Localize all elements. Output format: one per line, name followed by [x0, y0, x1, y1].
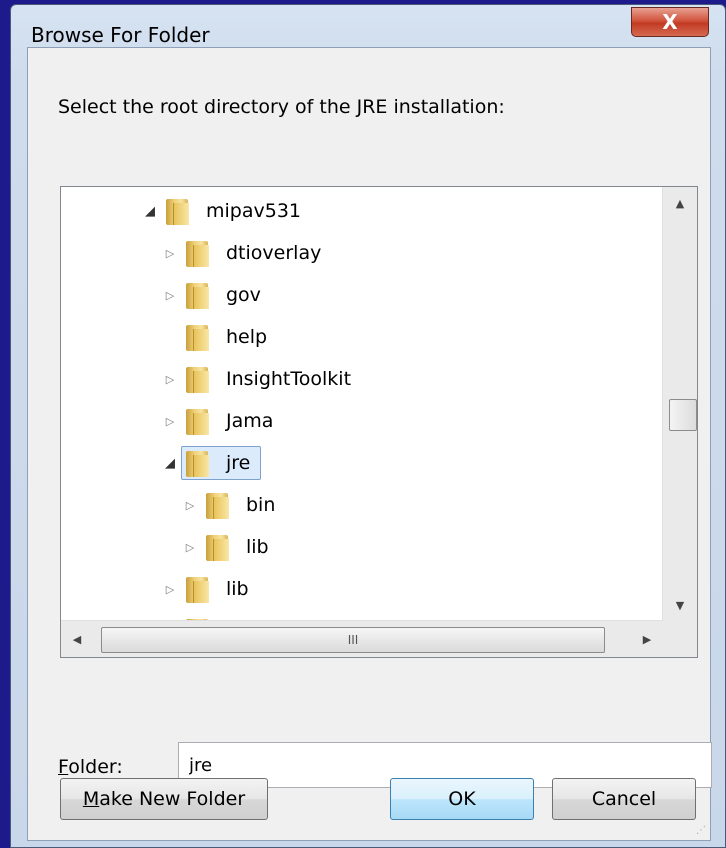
no-expander: [159, 317, 181, 357]
scroll-grip-icon: III: [347, 633, 359, 647]
folder-icon: [206, 533, 229, 561]
folder-icon: [166, 197, 189, 225]
collapsed-arrow-icon[interactable]: ▷: [159, 569, 181, 609]
folder-icon: [186, 449, 209, 477]
tree-item-label: gov: [226, 284, 261, 306]
ok-button[interactable]: OK: [390, 778, 534, 820]
folder-field-label: Folder:: [58, 756, 123, 778]
folder-icon: [186, 239, 209, 267]
scroll-right-arrow-icon[interactable]: ▶: [631, 621, 663, 657]
tree-item[interactable]: ▷ bin: [179, 485, 286, 525]
folder-icon: [186, 407, 209, 435]
collapsed-arrow-icon[interactable]: ▷: [179, 527, 201, 567]
tree-item-content[interactable]: InsightToolkit: [181, 362, 362, 396]
close-icon: X: [662, 10, 678, 34]
tree-item-label: InsightToolkit: [226, 368, 352, 390]
tree-item-label: Jama: [226, 410, 274, 432]
tree-item[interactable]: ▷ lib: [179, 527, 280, 567]
tree-item-label: help: [226, 326, 268, 348]
tree-item[interactable]: help: [159, 317, 278, 357]
scroll-down-arrow-icon[interactable]: ▼: [663, 589, 697, 621]
tree-item-label: jre: [226, 452, 251, 474]
cancel-button[interactable]: Cancel: [552, 778, 696, 820]
tree-item-content[interactable]: help: [181, 320, 278, 354]
tree-item-label: lib: [226, 578, 249, 600]
tree-item-label: bin: [246, 494, 276, 516]
make-new-folder-button[interactable]: Make New Folder: [60, 778, 268, 820]
tree-item-content[interactable]: jre: [181, 446, 262, 480]
tree-item[interactable]: ▷ gov: [159, 275, 272, 315]
instruction-text: Select the root directory of the JRE ins…: [58, 96, 505, 118]
tree-item-content[interactable]: lib: [201, 530, 280, 564]
folder-icon: [186, 281, 209, 309]
tree-item-label: lib: [246, 536, 269, 558]
tree-item[interactable]: ▷ dtioverlay: [159, 233, 332, 273]
tree-item-content[interactable]: bin: [201, 488, 286, 522]
close-button[interactable]: X: [631, 7, 709, 37]
tree-item-content[interactable]: gov: [181, 278, 272, 312]
collapsed-arrow-icon[interactable]: ▷: [159, 401, 181, 441]
tree-item-label: mipav531: [206, 200, 301, 222]
expanded-arrow-icon[interactable]: ◢: [139, 191, 161, 231]
tree-item[interactable]: ▷ lib: [159, 569, 260, 609]
scroll-left-arrow-icon[interactable]: ◀: [61, 621, 93, 657]
folder-tree-list: ◢ mipav531 ▷ dtioverlay ▷ gov help ▷ InsightTool…: [61, 187, 663, 621]
tree-item-content[interactable]: dtioverlay: [181, 236, 332, 270]
dialog-client-area: Select the root directory of the JRE ins…: [27, 47, 712, 841]
tree-item-content[interactable]: Jama: [181, 404, 284, 438]
collapsed-arrow-icon[interactable]: ▷: [159, 233, 181, 273]
tree-item[interactable]: ▷ InsightToolkit: [159, 359, 362, 399]
collapsed-arrow-icon[interactable]: ▷: [179, 485, 201, 525]
scroll-up-arrow-icon[interactable]: ▲: [663, 187, 697, 219]
horizontal-scrollbar[interactable]: ◀ III ▶: [61, 620, 663, 657]
vertical-scroll-thumb[interactable]: [669, 399, 697, 431]
browse-for-folder-dialog: Browse For Folder X Select the root dire…: [10, 4, 726, 848]
tree-item[interactable]: ◢ mipav531: [139, 191, 312, 231]
tree-item[interactable]: ◢ jre: [159, 443, 262, 483]
tree-item-label: dtioverlay: [226, 242, 322, 264]
tree-item-content[interactable]: lib: [181, 572, 260, 606]
folder-icon: [206, 491, 229, 519]
tree-item[interactable]: ▷ Jama: [159, 401, 284, 441]
scrollbar-corner: [663, 621, 697, 657]
collapsed-arrow-icon[interactable]: ▷: [159, 275, 181, 315]
folder-icon: [186, 323, 209, 351]
folder-icon: [186, 575, 209, 603]
dialog-title: Browse For Folder: [31, 23, 210, 47]
folder-icon: [186, 365, 209, 393]
vertical-scrollbar[interactable]: ▲ ▼: [662, 187, 697, 621]
collapsed-arrow-icon[interactable]: ▷: [159, 359, 181, 399]
horizontal-scroll-thumb[interactable]: III: [101, 627, 605, 653]
resize-grip-icon[interactable]: ⋰: [696, 825, 706, 836]
folder-tree[interactable]: ◢ mipav531 ▷ dtioverlay ▷ gov help ▷ InsightTool…: [60, 186, 698, 658]
expanded-arrow-icon[interactable]: ◢: [159, 443, 181, 483]
tree-item-content[interactable]: mipav531: [161, 194, 312, 228]
